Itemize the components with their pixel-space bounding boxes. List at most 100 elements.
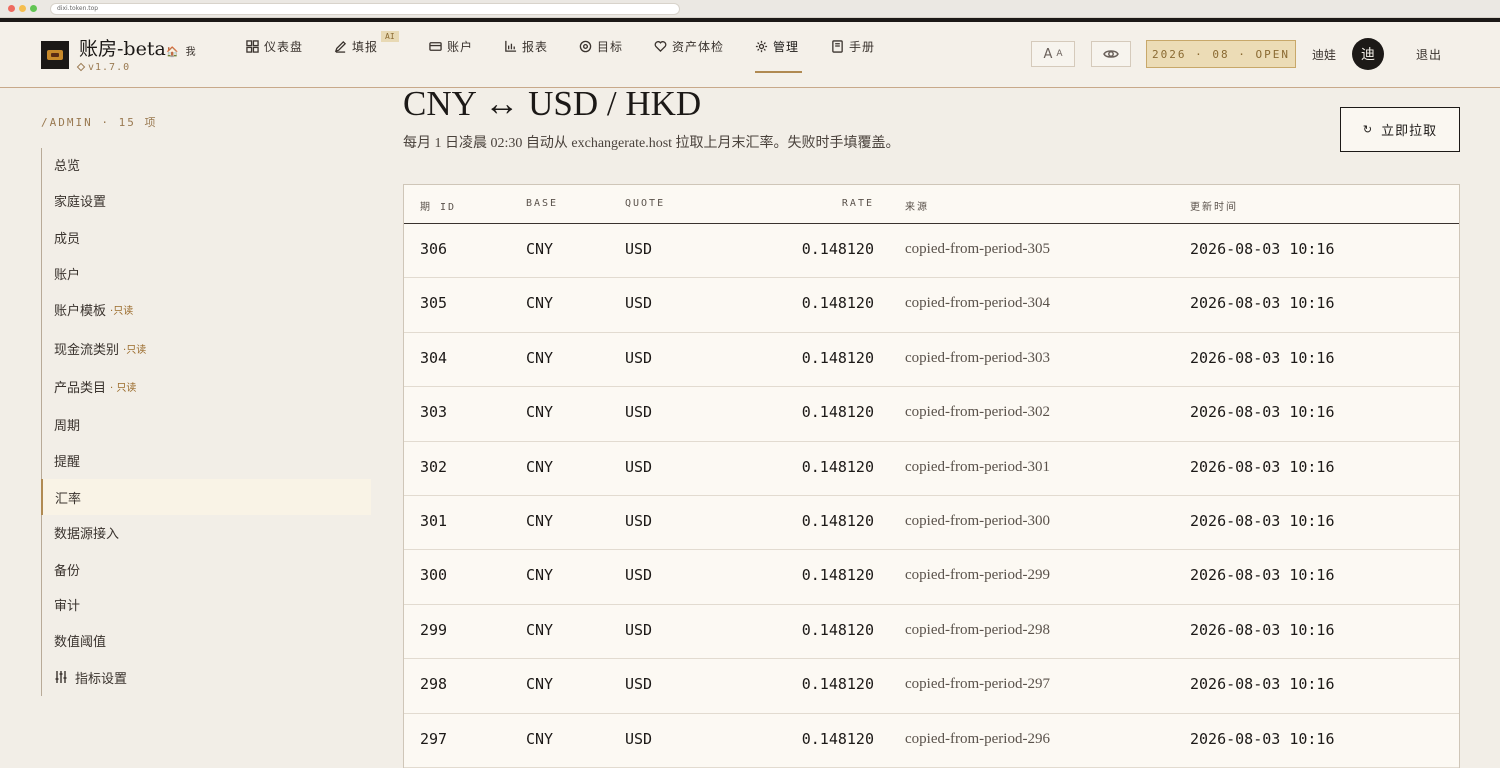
table-row[interactable]: 305 CNY USD 0.148120 copied-from-period-304 2… xyxy=(404,278,1459,333)
sidebar-item-cashflow-categories[interactable]: 现金流类别 ·只读 xyxy=(42,330,372,366)
nav-accounts[interactable]: 账户 xyxy=(429,36,473,56)
cell-rate: 0.148120 xyxy=(801,457,874,476)
col-source[interactable]: 来源 xyxy=(905,198,929,213)
sidebar-item-household-settings[interactable]: 家庭设置 xyxy=(42,182,372,218)
rates-table: 期 ID BASE QUOTE RATE 来源 更新时间 306 CNY USD 0.… xyxy=(403,184,1460,768)
sidebar-item-backup[interactable]: 备份 xyxy=(42,551,372,587)
household-switch[interactable]: 🏠 我 xyxy=(166,43,198,58)
cell-base: CNY xyxy=(526,675,554,694)
cell-period-id: 303 xyxy=(420,403,448,422)
table-row[interactable]: 301 CNY USD 0.148120 copied-from-period-300 2… xyxy=(404,496,1459,551)
nav-active-underline xyxy=(755,71,802,73)
cell-updated-at: 2026-08-03 10:16 xyxy=(1190,457,1335,476)
grid-icon xyxy=(246,39,259,53)
cell-updated-at: 2026-08-03 10:16 xyxy=(1190,512,1335,530)
fetch-now-button[interactable]: ↻ 立即拉取 xyxy=(1340,107,1460,152)
app-logo[interactable] xyxy=(41,41,69,69)
refresh-icon: ↻ xyxy=(1362,123,1374,136)
brand-name: 账房-beta xyxy=(79,38,166,60)
sidebar-item-overview[interactable]: 总览 xyxy=(42,146,372,182)
maximize-window-dot[interactable] xyxy=(30,5,37,12)
nav-manual[interactable]: 手册 xyxy=(831,36,875,56)
sidebar-item-thresholds[interactable]: 数值阈值 xyxy=(42,622,372,658)
logout-link[interactable]: 退出 xyxy=(1416,46,1442,63)
nav-admin[interactable]: 管理 xyxy=(755,36,799,56)
sidebar-item-metric-settings[interactable]: 指标设置 xyxy=(42,659,372,695)
sidebar-item-account-templates[interactable]: 账户模板 ·只读 xyxy=(42,291,372,327)
heart-icon xyxy=(654,40,667,52)
sidebar-item-data-sources[interactable]: 数据源接入 xyxy=(42,514,372,550)
period-badge[interactable]: 2026 · 08 · OPEN xyxy=(1146,40,1296,68)
nav-report-entry[interactable]: 填报 xyxy=(334,36,378,56)
col-updated-at[interactable]: 更新时间 xyxy=(1190,198,1238,213)
table-row[interactable]: 297 CNY USD 0.148120 copied-from-period-296 2… xyxy=(404,714,1459,768)
cell-period-id: 297 xyxy=(420,729,448,748)
font-size-button[interactable]: A A xyxy=(1031,41,1075,67)
username: 迪娃 xyxy=(1312,48,1337,62)
cell-period-id: 301 xyxy=(420,512,448,530)
bar-chart-icon xyxy=(505,40,517,52)
cell-updated-at: 2026-08-03 10:16 xyxy=(1190,348,1335,367)
cell-base: CNY xyxy=(526,240,554,258)
sidebar-item-members[interactable]: 成员 xyxy=(42,219,372,255)
col-period-id[interactable]: 期 ID xyxy=(420,198,456,213)
sliders-icon xyxy=(55,671,67,683)
nav-asset-checkup[interactable]: 资产体检 xyxy=(654,36,724,56)
cell-rate: 0.148120 xyxy=(801,675,874,694)
sidebar-nav: 总览 家庭设置 成员 账户 账户模板 ·只读 现金流类别 ·只读 产品类目 · 只读 … xyxy=(41,148,371,696)
cell-base: CNY xyxy=(526,512,554,530)
cell-quote: USD xyxy=(625,729,653,748)
cell-rate: 0.148120 xyxy=(801,294,874,313)
table-row[interactable]: 306 CNY USD 0.148120 copied-from-period-305 2… xyxy=(404,224,1459,279)
table-row[interactable]: 299 CNY USD 0.148120 copied-from-period-298 2… xyxy=(404,605,1459,660)
scrolled-breadcrumb xyxy=(403,54,413,70)
table-row[interactable]: 304 CNY USD 0.148120 copied-from-period-303 2… xyxy=(404,333,1459,388)
sidebar-item-reminders[interactable]: 提醒 xyxy=(42,442,372,478)
cell-rate: 0.148120 xyxy=(801,240,874,258)
cell-base: CNY xyxy=(526,729,554,748)
table-row[interactable]: 302 CNY USD 0.148120 copied-from-period-301 2… xyxy=(404,442,1459,496)
cell-source: copied-from-period-304 xyxy=(905,295,1050,312)
cell-rate: 0.148120 xyxy=(801,566,874,585)
diamond-icon xyxy=(76,62,86,72)
page-title: CNY ↔ USD / HKD xyxy=(403,84,702,123)
target-icon xyxy=(579,40,592,52)
col-quote[interactable]: QUOTE xyxy=(625,198,665,209)
app-header: 账房-beta 🏠 我 v1.7.0 仪表盘 填报 AI 账户 报表 目标 资产… xyxy=(0,22,1500,88)
eye-icon xyxy=(1103,50,1119,58)
table-row[interactable]: 300 CNY USD 0.148120 copied-from-period-299 2… xyxy=(404,550,1459,605)
cell-period-id: 298 xyxy=(420,675,448,694)
sidebar-item-audit[interactable]: 审计 xyxy=(42,586,372,622)
minimize-window-dot[interactable] xyxy=(19,5,26,12)
cell-source: copied-from-period-297 xyxy=(905,676,1050,693)
address-bar[interactable]: dixi.token.top xyxy=(50,3,680,15)
cell-updated-at: 2026-08-03 10:16 xyxy=(1190,294,1335,313)
cell-rate: 0.148120 xyxy=(801,403,874,422)
nav-reports[interactable]: 报表 xyxy=(504,36,548,56)
cell-period-id: 305 xyxy=(420,294,448,313)
card-icon xyxy=(429,41,442,51)
privacy-toggle-button[interactable] xyxy=(1091,41,1131,67)
readonly-tag: ·只读 xyxy=(110,305,134,317)
browser-chrome: dixi.token.top xyxy=(0,0,1500,18)
table-row[interactable]: 303 CNY USD 0.148120 copied-from-period-302 2… xyxy=(404,387,1459,442)
sidebar-item-exchange-rates[interactable]: 汇率 xyxy=(41,479,371,515)
cell-quote: USD xyxy=(625,294,653,313)
sidebar-item-product-categories[interactable]: 产品类目 · 只读 xyxy=(42,368,372,404)
nav-dashboard[interactable]: 仪表盘 xyxy=(246,36,303,56)
table-header: 期 ID BASE QUOTE RATE 来源 更新时间 xyxy=(404,185,1459,224)
close-window-dot[interactable] xyxy=(8,5,15,12)
sidebar-item-periods[interactable]: 周期 xyxy=(42,406,372,442)
cell-updated-at: 2026-08-03 10:16 xyxy=(1190,620,1335,639)
cell-quote: USD xyxy=(625,403,653,422)
cell-rate: 0.148120 xyxy=(801,512,874,530)
table-row[interactable]: 298 CNY USD 0.148120 copied-from-period-297 2… xyxy=(404,659,1459,714)
cell-period-id: 304 xyxy=(420,348,448,367)
cell-rate: 0.148120 xyxy=(801,348,874,367)
cell-base: CNY xyxy=(526,457,554,476)
avatar[interactable]: 迪 xyxy=(1352,38,1384,70)
col-rate[interactable]: RATE xyxy=(842,198,874,209)
sidebar-item-accounts[interactable]: 账户 xyxy=(42,255,372,291)
col-base[interactable]: BASE xyxy=(526,198,558,209)
nav-goals[interactable]: 目标 xyxy=(579,36,623,56)
